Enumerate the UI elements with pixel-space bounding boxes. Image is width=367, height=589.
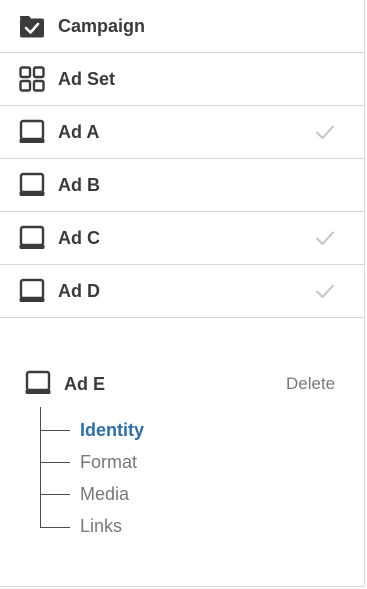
nav-item-label: Ad B xyxy=(58,175,100,195)
laptop-icon xyxy=(25,370,51,394)
step-media[interactable]: Media xyxy=(80,483,129,505)
step-format[interactable]: Format xyxy=(80,451,137,473)
step-identity[interactable]: Identity xyxy=(80,419,144,441)
nav-item-ad-b[interactable]: Ad B xyxy=(0,159,364,212)
campaign-structure-panel: Campaign Ad Set Ad A Ad B Ad C Ad D Ad E… xyxy=(0,0,365,587)
laptop-icon xyxy=(19,225,45,249)
folder-check-icon xyxy=(20,16,44,38)
step-branch-line xyxy=(40,494,70,495)
ad-e-title: Ad E xyxy=(64,374,106,394)
nav-item-ad-c[interactable]: Ad C xyxy=(0,212,364,265)
delete-button[interactable]: Delete xyxy=(286,370,335,398)
check-icon xyxy=(316,231,334,245)
laptop-icon xyxy=(19,119,45,143)
nav-item-label: Ad C xyxy=(58,228,100,248)
check-icon xyxy=(316,125,334,139)
ad-e-editor-section: Ad E Delete Identity Format Media Links xyxy=(0,318,364,586)
nav-item-ad-a[interactable]: Ad A xyxy=(0,106,364,159)
laptop-icon xyxy=(19,278,45,302)
nav-item-label: Ad Set xyxy=(58,69,116,89)
step-branch-line xyxy=(40,527,70,528)
step-links[interactable]: Links xyxy=(80,515,122,537)
nav-item-label: Ad D xyxy=(58,281,100,301)
nav-item-campaign[interactable]: Campaign xyxy=(0,0,364,53)
step-branch-line xyxy=(40,462,70,463)
nav-item-label: Campaign xyxy=(58,16,146,36)
nav-item-label: Ad A xyxy=(58,122,100,142)
check-icon xyxy=(316,284,334,298)
nav-item-ad-d[interactable]: Ad D xyxy=(0,265,364,318)
grid-icon xyxy=(19,66,45,92)
nav-item-ad-set[interactable]: Ad Set xyxy=(0,53,364,106)
step-branch-line xyxy=(40,430,70,431)
laptop-icon xyxy=(19,172,45,196)
step-tree-line xyxy=(40,407,41,528)
